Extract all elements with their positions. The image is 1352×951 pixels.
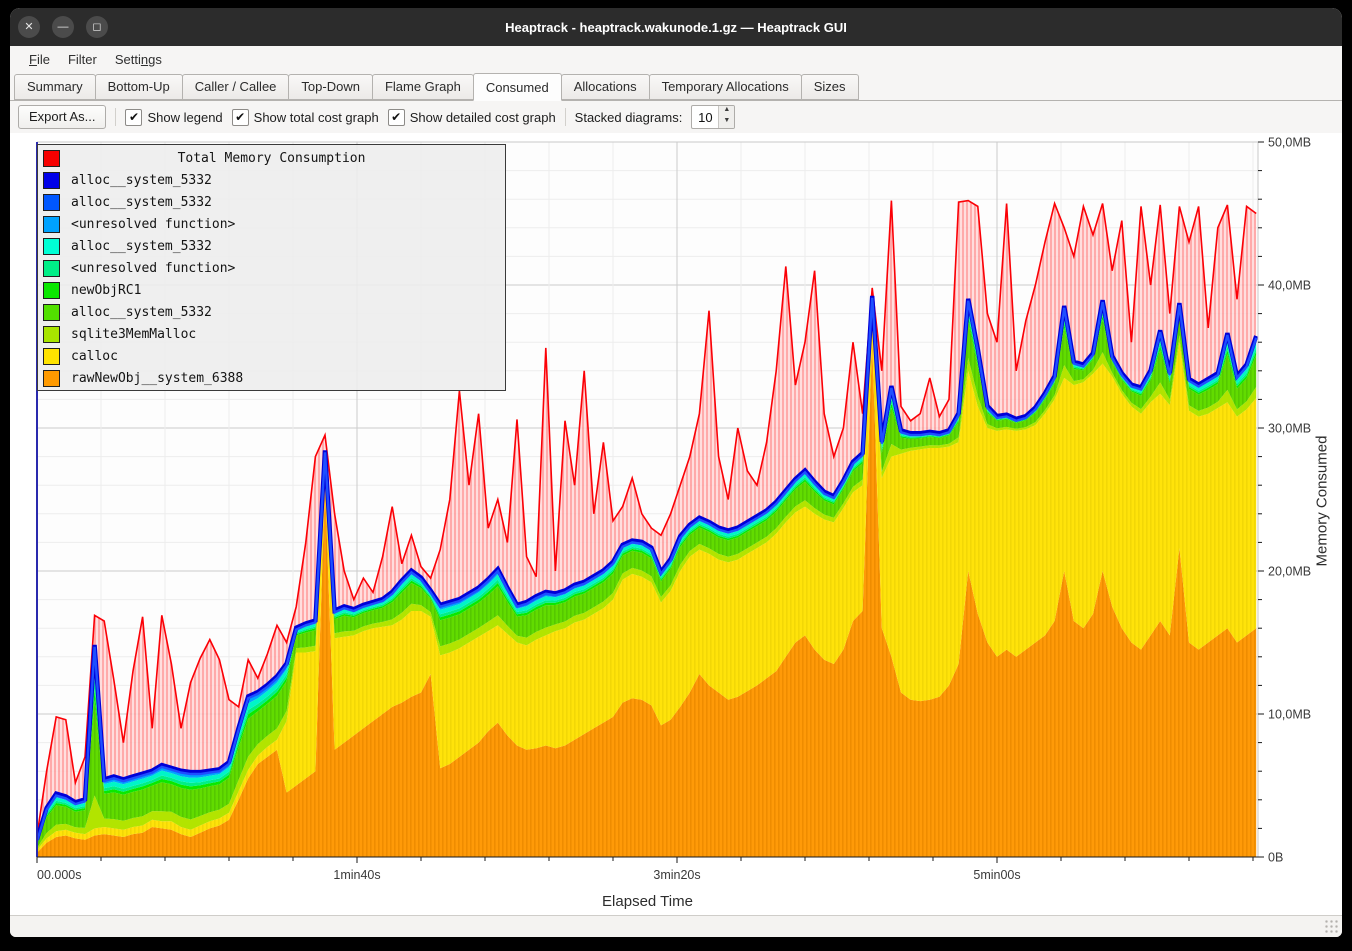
x-axis-title: Elapsed Time: [37, 893, 1258, 910]
checkbox-label: Show legend: [147, 110, 222, 125]
resize-grip-icon[interactable]: [1325, 920, 1339, 934]
legend-swatch: [43, 370, 60, 387]
tab-flame-graph[interactable]: Flame Graph: [372, 74, 474, 100]
svg-text:00.000s: 00.000s: [37, 868, 81, 882]
legend-swatch: [43, 326, 60, 343]
legend-swatch: [43, 238, 60, 255]
checkbox-show-total-cost-graph[interactable]: ✔ Show total cost graph: [232, 109, 379, 126]
legend-label: <unresolved function>: [71, 261, 235, 276]
legend-swatch: [43, 282, 60, 299]
chart-legend: Total Memory Consumption alloc__system_53…: [37, 144, 506, 391]
checkmark-icon: ✔: [388, 109, 405, 126]
checkmark-icon: ✔: [125, 109, 142, 126]
legend-swatch: [43, 304, 60, 321]
menu-item-file[interactable]: File: [20, 49, 59, 70]
checkbox-show-legend[interactable]: ✔ Show legend: [125, 109, 222, 126]
stacked-diagrams-value: 10: [692, 106, 718, 128]
tab-bar: SummaryBottom-UpCaller / CalleeTop-DownF…: [10, 73, 1342, 101]
legend-item: alloc__system_5332: [38, 301, 505, 323]
legend-swatch: [43, 216, 60, 233]
svg-text:5min00s: 5min00s: [973, 868, 1020, 882]
legend-label: calloc: [71, 349, 118, 364]
legend-title: Total Memory Consumption: [38, 151, 505, 166]
legend-label: alloc__system_5332: [71, 195, 212, 210]
export-as-button[interactable]: Export As...: [18, 105, 106, 129]
checkbox-show-detailed-cost-graph[interactable]: ✔ Show detailed cost graph: [388, 109, 556, 126]
checkmark-icon: ✔: [232, 109, 249, 126]
menu-item-filter[interactable]: Filter: [59, 49, 106, 70]
app-window: ✕ — ◻ Heaptrack - heaptrack.wakunode.1.g…: [10, 8, 1342, 937]
legend-label: sqlite3MemMalloc: [71, 327, 196, 342]
spin-down-icon: ▼: [723, 117, 730, 124]
tab-sizes[interactable]: Sizes: [801, 74, 859, 100]
tab-caller-callee[interactable]: Caller / Callee: [182, 74, 290, 100]
legend-item: <unresolved function>: [38, 257, 505, 279]
window-title: Heaptrack - heaptrack.wakunode.1.gz — He…: [10, 20, 1342, 35]
svg-text:40,0MB: 40,0MB: [1268, 279, 1311, 293]
close-button[interactable]: ✕: [18, 16, 40, 38]
legend-item: <unresolved function>: [38, 213, 505, 235]
menu-item-settings[interactable]: Settings: [106, 49, 171, 70]
legend-item: sqlite3MemMalloc: [38, 323, 505, 345]
spin-up-button[interactable]: ▲: [719, 106, 734, 117]
tab-summary[interactable]: Summary: [14, 74, 96, 100]
legend-swatch: [43, 194, 60, 211]
menu-bar: FileFilterSettings: [10, 46, 1342, 73]
legend-swatch: [43, 260, 60, 277]
svg-text:1min40s: 1min40s: [333, 868, 380, 882]
svg-text:3min20s: 3min20s: [653, 868, 700, 882]
spin-up-icon: ▲: [723, 106, 730, 113]
legend-label: alloc__system_5332: [71, 173, 212, 188]
maximize-button[interactable]: ◻: [86, 16, 108, 38]
tab-temporary-allocations[interactable]: Temporary Allocations: [649, 74, 802, 100]
svg-text:50,0MB: 50,0MB: [1268, 136, 1311, 150]
legend-item: alloc__system_5332: [38, 235, 505, 257]
minimize-button[interactable]: —: [52, 16, 74, 38]
tab-bottom-up[interactable]: Bottom-Up: [95, 74, 183, 100]
legend-swatch: [43, 172, 60, 189]
svg-text:20,0MB: 20,0MB: [1268, 565, 1311, 579]
legend-label: newObjRC1: [71, 283, 141, 298]
toolbar-separator: [115, 108, 116, 126]
checkbox-label: Show total cost graph: [254, 110, 379, 125]
legend-item: newObjRC1: [38, 279, 505, 301]
legend-item: alloc__system_5332: [38, 191, 505, 213]
legend-swatch: [43, 348, 60, 365]
status-bar: [10, 915, 1342, 937]
legend-title-row: Total Memory Consumption: [38, 147, 505, 169]
svg-text:30,0MB: 30,0MB: [1268, 422, 1311, 436]
chart-region: 0B 10,0MB 20,0MB 30,0MB 40,0MB 50,0MB 00.000s 1…: [10, 133, 1342, 915]
maximize-icon: ◻: [92, 22, 101, 33]
legend-label: <unresolved function>: [71, 217, 235, 232]
legend-label: alloc__system_5332: [71, 239, 212, 254]
minimize-icon: —: [58, 22, 69, 33]
tab-top-down[interactable]: Top-Down: [288, 74, 373, 100]
close-icon: ✕: [24, 22, 33, 33]
y-axis-title: Memory Consumed: [1314, 436, 1331, 567]
stacked-diagrams-spinbox[interactable]: 10 ▲ ▼: [691, 105, 735, 129]
legend-label: rawNewObj__system_6388: [71, 371, 243, 386]
legend-item: rawNewObj__system_6388: [38, 367, 505, 389]
toolbar: Export As... ✔ Show legend ✔ Show total cos…: [10, 101, 1342, 133]
svg-text:10,0MB: 10,0MB: [1268, 708, 1311, 722]
title-bar[interactable]: ✕ — ◻ Heaptrack - heaptrack.wakunode.1.g…: [10, 8, 1342, 46]
legend-label: alloc__system_5332: [71, 305, 212, 320]
legend-item: alloc__system_5332: [38, 169, 505, 191]
svg-text:0B: 0B: [1268, 851, 1283, 865]
tab-allocations[interactable]: Allocations: [561, 74, 650, 100]
legend-item: calloc: [38, 345, 505, 367]
checkbox-group: ✔ Show legend ✔ Show total cost graph ✔ Show …: [125, 109, 555, 126]
stacked-diagrams-label: Stacked diagrams:: [575, 110, 683, 125]
toolbar-separator: [565, 108, 566, 126]
spin-down-button[interactable]: ▼: [719, 117, 734, 128]
tab-consumed[interactable]: Consumed: [473, 73, 562, 101]
checkbox-label: Show detailed cost graph: [410, 110, 556, 125]
